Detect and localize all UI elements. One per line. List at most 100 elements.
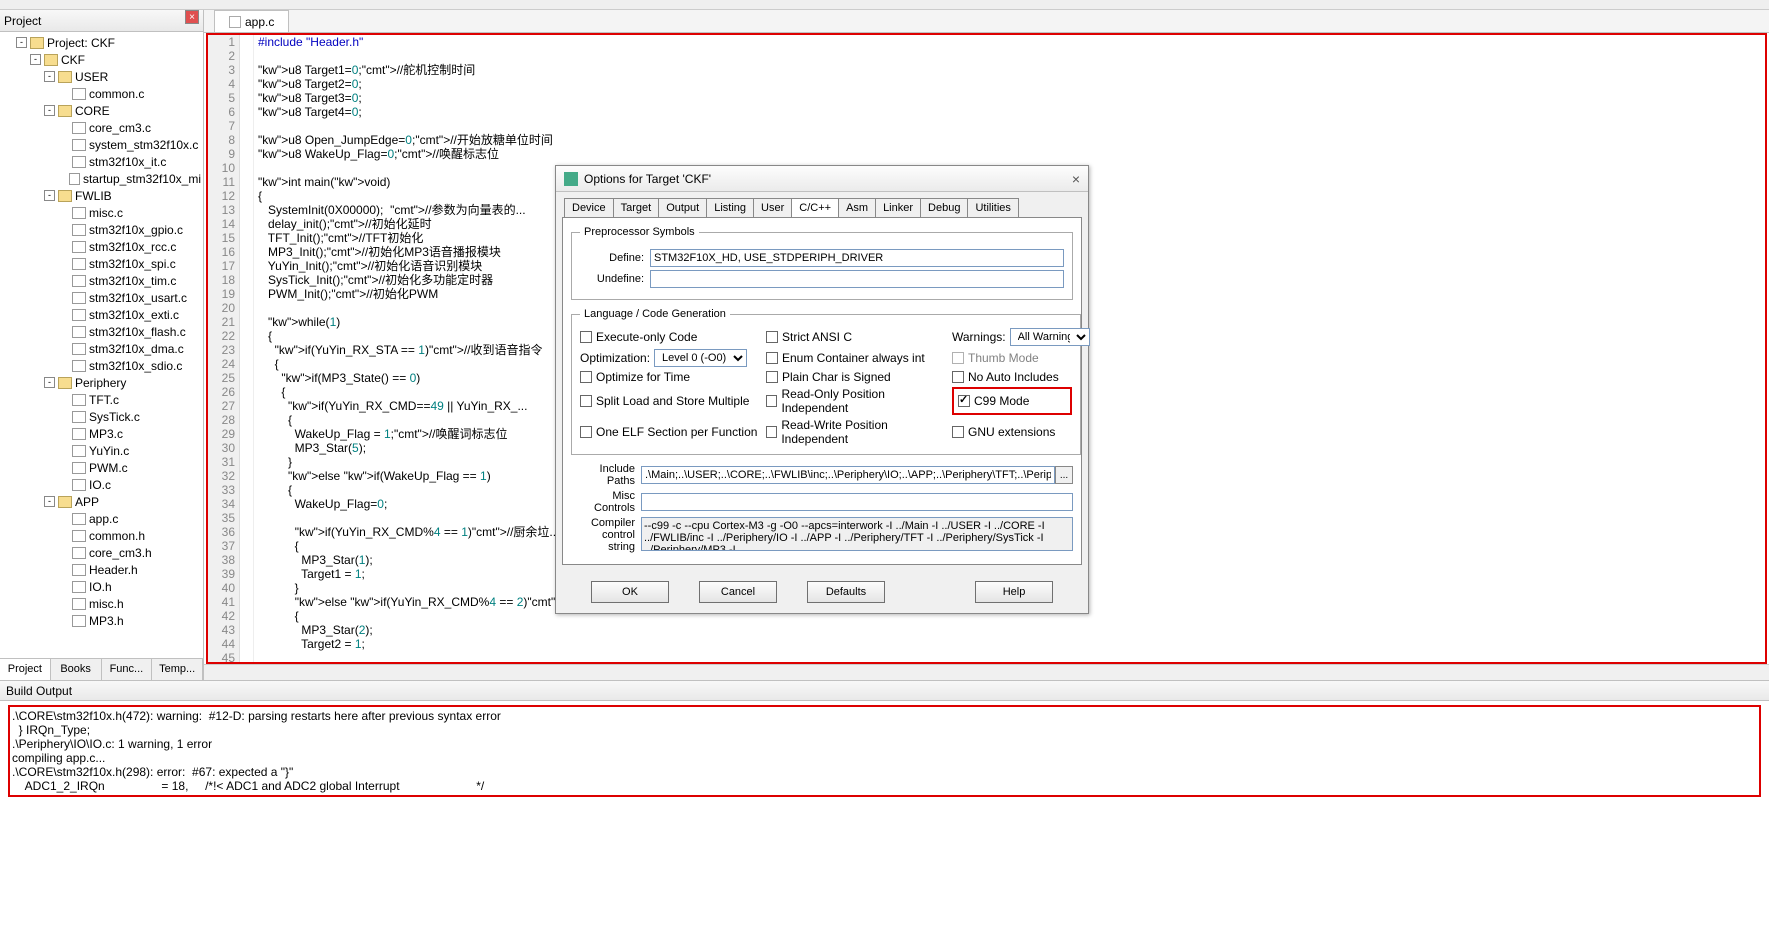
expand-toggle-icon[interactable]: - (30, 54, 41, 65)
tab-templates[interactable]: Temp... (152, 659, 203, 680)
defaults-button[interactable]: Defaults (807, 581, 885, 603)
tree-item[interactable]: common.c (2, 85, 201, 102)
expand-toggle-icon[interactable]: - (44, 71, 55, 82)
tree-item[interactable]: -Project: CKF (2, 34, 201, 51)
tree-item[interactable]: MP3.c (2, 425, 201, 442)
compiler-string-display: --c99 -c --cpu Cortex-M3 -g -O0 --apcs=i… (641, 517, 1073, 551)
tree-item[interactable]: stm32f10x_gpio.c (2, 221, 201, 238)
gnu-ext-checkbox[interactable] (952, 426, 964, 438)
tree-item[interactable]: TFT.c (2, 391, 201, 408)
build-output-body[interactable]: .\CORE\stm32f10x.h(472): warning: #12-D:… (0, 701, 1769, 801)
tree-item[interactable]: stm32f10x_exti.c (2, 306, 201, 323)
tree-label: APP (75, 495, 99, 509)
folder-icon (58, 377, 72, 389)
tree-item[interactable]: stm32f10x_flash.c (2, 323, 201, 340)
tree-item[interactable]: Header.h (2, 561, 201, 578)
tree-item[interactable]: YuYin.c (2, 442, 201, 459)
tree-item[interactable]: -FWLIB (2, 187, 201, 204)
tree-item[interactable]: core_cm3.c (2, 119, 201, 136)
file-icon (72, 411, 86, 423)
one-elf-checkbox[interactable] (580, 426, 592, 438)
dialog-titlebar[interactable]: Options for Target 'CKF' × (556, 166, 1088, 192)
tree-item[interactable]: misc.c (2, 204, 201, 221)
c99-mode-checkbox[interactable] (958, 395, 970, 407)
tree-item[interactable]: startup_stm32f10x_mi (2, 170, 201, 187)
tab-functions[interactable]: Func... (102, 659, 153, 680)
tree-item[interactable]: misc.h (2, 595, 201, 612)
tree-item[interactable]: SysTick.c (2, 408, 201, 425)
tree-item[interactable]: IO.h (2, 578, 201, 595)
dialog-tab-linker[interactable]: Linker (875, 198, 921, 217)
warnings-select[interactable]: All Warnings (1010, 328, 1090, 346)
expand-toggle-icon[interactable]: - (44, 105, 55, 116)
language-fieldset: Language / Code Generation Execute-only … (571, 308, 1081, 455)
dialog-tab-debug[interactable]: Debug (920, 198, 968, 217)
expand-toggle-icon[interactable]: - (44, 190, 55, 201)
project-tree[interactable]: -Project: CKF-CKF-USERcommon.c-COREcore_… (0, 32, 203, 658)
dialog-tab-target[interactable]: Target (613, 198, 660, 217)
misc-controls-input[interactable] (641, 493, 1073, 511)
dialog-tab-asm[interactable]: Asm (838, 198, 876, 217)
tree-item[interactable]: stm32f10x_tim.c (2, 272, 201, 289)
cancel-button[interactable]: Cancel (699, 581, 777, 603)
dialog-tab-device[interactable]: Device (564, 198, 614, 217)
tree-label: app.c (89, 512, 118, 526)
dialog-buttons: OK Cancel Defaults Help (556, 571, 1088, 613)
editor-tab-active[interactable]: app.c (214, 10, 289, 32)
tree-item[interactable]: stm32f10x_rcc.c (2, 238, 201, 255)
folder-icon (44, 54, 58, 66)
enum-container-checkbox[interactable] (766, 352, 778, 364)
tab-project[interactable]: Project (0, 659, 51, 680)
optimize-time-checkbox[interactable] (580, 371, 592, 383)
tree-item[interactable]: stm32f10x_it.c (2, 153, 201, 170)
dialog-tab-utilities[interactable]: Utilities (967, 198, 1018, 217)
tree-item[interactable]: -CKF (2, 51, 201, 68)
ok-button[interactable]: OK (591, 581, 669, 603)
tree-item[interactable]: - APP (2, 493, 201, 510)
tree-label: startup_stm32f10x_mi (83, 172, 201, 186)
expand-toggle-icon[interactable]: - (44, 496, 55, 507)
tree-item[interactable]: stm32f10x_spi.c (2, 255, 201, 272)
readonly-pos-checkbox[interactable] (766, 395, 777, 407)
file-icon (72, 615, 86, 627)
help-button[interactable]: Help (975, 581, 1053, 603)
tree-item[interactable]: PWM.c (2, 459, 201, 476)
file-icon (72, 292, 86, 304)
dialog-tab-output[interactable]: Output (658, 198, 707, 217)
tree-item[interactable]: MP3.h (2, 612, 201, 629)
define-input[interactable] (650, 249, 1064, 267)
execute-only-checkbox[interactable] (580, 331, 592, 343)
tree-item[interactable]: system_stm32f10x.c (2, 136, 201, 153)
readwrite-pos-checkbox[interactable] (766, 426, 777, 438)
tree-item[interactable]: stm32f10x_usart.c (2, 289, 201, 306)
include-paths-browse-button[interactable]: ... (1055, 466, 1073, 484)
expand-toggle-icon[interactable]: - (16, 37, 27, 48)
tree-item[interactable]: IO.c (2, 476, 201, 493)
no-auto-includes-checkbox[interactable] (952, 371, 964, 383)
optimization-select[interactable]: Level 0 (-O0) (654, 349, 747, 367)
plain-char-checkbox[interactable] (766, 371, 778, 383)
tab-books[interactable]: Books (51, 659, 102, 680)
tree-item[interactable]: stm32f10x_sdio.c (2, 357, 201, 374)
dialog-tab-listing[interactable]: Listing (706, 198, 754, 217)
file-icon (72, 513, 86, 525)
tree-item[interactable]: -CORE (2, 102, 201, 119)
close-icon[interactable]: × (185, 10, 199, 24)
expand-toggle-icon[interactable]: - (44, 377, 55, 388)
tree-label: SysTick.c (89, 410, 140, 424)
strict-ansi-checkbox[interactable] (766, 331, 778, 343)
tree-item[interactable]: app.c (2, 510, 201, 527)
tree-item[interactable]: stm32f10x_dma.c (2, 340, 201, 357)
tree-item[interactable]: common.h (2, 527, 201, 544)
undefine-input[interactable] (650, 270, 1064, 288)
dialog-tab-user[interactable]: User (753, 198, 792, 217)
tree-label: stm32f10x_flash.c (89, 325, 186, 339)
close-icon[interactable]: × (1072, 171, 1080, 187)
include-paths-input[interactable] (641, 466, 1055, 484)
tree-item[interactable]: core_cm3.h (2, 544, 201, 561)
horizontal-scrollbar[interactable] (204, 664, 1769, 680)
tree-item[interactable]: -USER (2, 68, 201, 85)
dialog-tab-cc[interactable]: C/C++ (791, 198, 839, 217)
split-load-checkbox[interactable] (580, 395, 592, 407)
tree-item[interactable]: -Periphery (2, 374, 201, 391)
